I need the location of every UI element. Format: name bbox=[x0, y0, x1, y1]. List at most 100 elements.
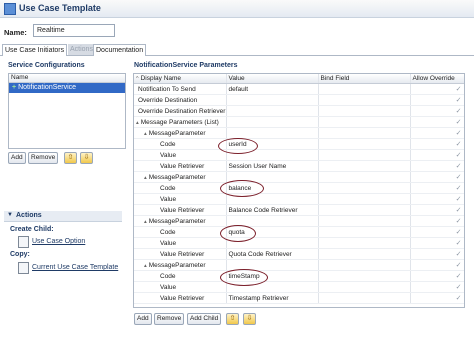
table-row[interactable]: Code balance ✓ bbox=[134, 182, 464, 194]
checkbox-icon[interactable]: ✓ bbox=[456, 184, 462, 192]
table-row[interactable]: ▴ MessageParameter ✓ bbox=[134, 259, 464, 271]
table-row[interactable]: Code userId ✓ bbox=[134, 138, 464, 150]
column-value[interactable]: Value bbox=[226, 74, 319, 84]
allow-override-cell[interactable]: ✓ bbox=[410, 281, 464, 293]
bind-field-cell[interactable] bbox=[318, 193, 411, 205]
checkbox-icon[interactable]: ✓ bbox=[456, 261, 462, 269]
add-parameter-button[interactable]: Add bbox=[134, 313, 152, 325]
table-row[interactable]: Code timeStamp ✓ bbox=[134, 270, 464, 282]
allow-override-cell[interactable]: ✓ bbox=[410, 171, 464, 183]
allow-override-cell[interactable]: ✓ bbox=[410, 248, 464, 260]
tab-actions[interactable]: Actions bbox=[68, 44, 95, 55]
bind-field-cell[interactable] bbox=[318, 94, 411, 106]
name-input[interactable]: Realtime bbox=[33, 24, 115, 37]
table-row[interactable]: Value ✓ bbox=[134, 237, 464, 249]
allow-override-cell[interactable]: ✓ bbox=[410, 193, 464, 205]
table-row[interactable]: Value Retriever Quota Code Retriever ✓ bbox=[134, 248, 464, 260]
bind-field-cell[interactable] bbox=[318, 248, 411, 260]
table-row[interactable]: Value Retriever Timestamp Retriever ✓ bbox=[134, 292, 464, 304]
table-row[interactable]: ▴ MessageParameter ✓ bbox=[134, 215, 464, 227]
checkbox-icon[interactable]: ✓ bbox=[456, 151, 462, 159]
add-child-button[interactable]: Add Child bbox=[187, 313, 222, 325]
table-row[interactable]: ▴ MessageParameter ✓ bbox=[134, 171, 464, 183]
allow-override-cell[interactable]: ✓ bbox=[410, 259, 464, 271]
collapse-triangle-icon[interactable]: ▼ bbox=[7, 212, 13, 218]
bind-field-cell[interactable] bbox=[318, 292, 411, 304]
table-row[interactable]: Notification To Send default ✓ bbox=[134, 83, 464, 95]
current-use-case-template-link[interactable]: Current Use Case Template bbox=[32, 264, 118, 271]
allow-override-cell[interactable]: ✓ bbox=[410, 270, 464, 282]
allow-override-cell[interactable]: ✓ bbox=[410, 127, 464, 139]
table-row[interactable]: ▴ MessageParameter ✓ bbox=[134, 127, 464, 139]
checkbox-icon[interactable]: ✓ bbox=[456, 96, 462, 104]
allow-override-cell[interactable]: ✓ bbox=[410, 138, 464, 150]
checkbox-icon[interactable]: ✓ bbox=[456, 250, 462, 258]
bind-field-cell[interactable] bbox=[318, 105, 411, 117]
column-allow-override[interactable]: Allow Override bbox=[410, 74, 464, 84]
bind-field-cell[interactable] bbox=[318, 116, 411, 128]
allow-override-cell[interactable]: ✓ bbox=[410, 83, 464, 95]
checkbox-icon[interactable]: ✓ bbox=[456, 162, 462, 170]
remove-service-button[interactable]: Remove bbox=[28, 152, 59, 164]
bind-field-cell[interactable] bbox=[318, 270, 411, 282]
allow-override-cell[interactable]: ✓ bbox=[410, 94, 464, 106]
table-row[interactable]: Value ✓ bbox=[134, 193, 464, 205]
bind-field-cell[interactable] bbox=[318, 138, 411, 150]
column-bind-field[interactable]: Bind Field bbox=[318, 74, 411, 84]
bind-field-cell[interactable] bbox=[318, 171, 411, 183]
expand-triangle-icon[interactable]: ▴ bbox=[144, 263, 147, 269]
value-cell[interactable]: Balance Code Retriever bbox=[226, 204, 319, 216]
bind-field-cell[interactable] bbox=[318, 226, 411, 238]
checkbox-icon[interactable]: ✓ bbox=[456, 173, 462, 181]
bind-field-cell[interactable] bbox=[318, 149, 411, 161]
bind-field-cell[interactable] bbox=[318, 215, 411, 227]
checkbox-icon[interactable]: ✓ bbox=[456, 283, 462, 291]
allow-override-cell[interactable]: ✓ bbox=[410, 182, 464, 194]
checkbox-icon[interactable]: ✓ bbox=[456, 107, 462, 115]
value-cell[interactable] bbox=[226, 94, 319, 106]
checkbox-icon[interactable]: ✓ bbox=[456, 272, 462, 280]
expand-triangle-icon[interactable]: ▴ bbox=[144, 131, 147, 137]
allow-override-cell[interactable]: ✓ bbox=[410, 237, 464, 249]
allow-override-cell[interactable]: ✓ bbox=[410, 204, 464, 216]
checkbox-icon[interactable]: ✓ bbox=[456, 239, 462, 247]
value-cell[interactable]: Quota Code Retriever bbox=[226, 248, 319, 260]
bind-field-cell[interactable] bbox=[318, 237, 411, 249]
value-cell[interactable]: Session User Name bbox=[226, 160, 319, 172]
value-cell[interactable]: Timestamp Retriever bbox=[226, 292, 319, 304]
move-up-icon[interactable]: ⇧ bbox=[226, 313, 239, 325]
checkbox-icon[interactable]: ✓ bbox=[456, 140, 462, 148]
checkbox-icon[interactable]: ✓ bbox=[456, 85, 462, 93]
expand-triangle-icon[interactable]: ▴ bbox=[136, 120, 139, 126]
checkbox-icon[interactable]: ✓ bbox=[456, 195, 462, 203]
table-row[interactable]: Code quota ✓ bbox=[134, 226, 464, 238]
checkbox-icon[interactable]: ✓ bbox=[456, 118, 462, 126]
allow-override-cell[interactable]: ✓ bbox=[410, 116, 464, 128]
table-row[interactable]: Override Destination ✓ bbox=[134, 94, 464, 106]
checkbox-icon[interactable]: ✓ bbox=[456, 294, 462, 302]
checkbox-icon[interactable]: ✓ bbox=[456, 217, 462, 225]
checkbox-icon[interactable]: ✓ bbox=[456, 129, 462, 137]
bind-field-cell[interactable] bbox=[318, 127, 411, 139]
value-cell[interactable] bbox=[226, 105, 319, 117]
table-row[interactable]: Value Retriever Session User Name ✓ bbox=[134, 160, 464, 172]
table-row[interactable]: Override Destination Retriever ✓ bbox=[134, 105, 464, 117]
bind-field-cell[interactable] bbox=[318, 259, 411, 271]
bind-field-cell[interactable] bbox=[318, 182, 411, 194]
move-up-icon[interactable]: ⇧ bbox=[64, 152, 77, 164]
value-cell[interactable] bbox=[226, 127, 319, 139]
table-row[interactable]: Value ✓ bbox=[134, 281, 464, 293]
table-row[interactable]: Value Retriever Balance Code Retriever ✓ bbox=[134, 204, 464, 216]
table-row[interactable]: Value ✓ bbox=[134, 149, 464, 161]
use-case-option-link[interactable]: Use Case Option bbox=[32, 238, 85, 245]
allow-override-cell[interactable]: ✓ bbox=[410, 292, 464, 304]
move-down-icon[interactable]: ⇩ bbox=[243, 313, 256, 325]
value-cell[interactable]: default bbox=[226, 83, 319, 95]
move-down-icon[interactable]: ⇩ bbox=[80, 152, 93, 164]
list-item-notificationservice[interactable]: + NotificationService bbox=[9, 83, 125, 93]
tab-documentation[interactable]: Documentation bbox=[93, 44, 147, 56]
tab-use-case-initiators[interactable]: Use Case Initiators bbox=[2, 44, 68, 56]
expand-triangle-icon[interactable]: ▴ bbox=[144, 219, 147, 225]
bind-field-cell[interactable] bbox=[318, 204, 411, 216]
table-row[interactable]: ▴ Message Parameters (List) ✓ bbox=[134, 116, 464, 128]
